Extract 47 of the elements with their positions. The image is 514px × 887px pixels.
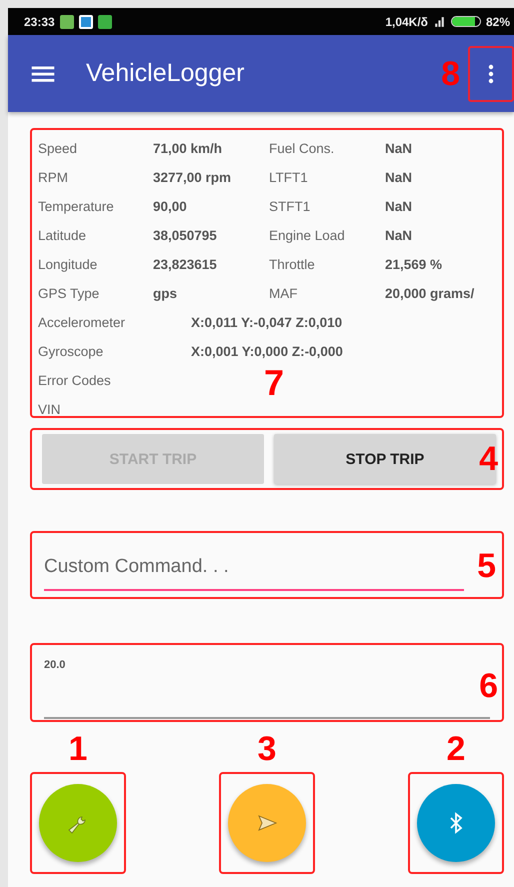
- reading-value: X:0,001 Y:0,000 Z:-0,000: [190, 344, 344, 359]
- app-title: VehicleLogger: [86, 59, 244, 88]
- reading-label: Fuel Cons.: [269, 141, 336, 156]
- reading-value: 3277,00 rpm: [153, 170, 232, 185]
- reading-label: Accelerometer: [38, 315, 126, 330]
- reading-value: gps: [153, 286, 178, 301]
- reading-label: Error Codes: [38, 373, 112, 388]
- reading-label: Latitude: [38, 228, 88, 243]
- command-input-field[interactable]: Custom Command. . .: [44, 545, 464, 591]
- callout-number: 4: [479, 442, 498, 476]
- reading-label: Engine Load: [269, 228, 346, 243]
- reading-value: 90,00: [153, 199, 188, 214]
- reading-value: NaN: [385, 170, 414, 185]
- reading-value: 21,569 %: [385, 257, 444, 272]
- reading-value: 23,823615: [153, 257, 218, 272]
- reading-label: VIN: [38, 402, 62, 417]
- callout-number: 5: [477, 549, 496, 583]
- callout-number: 3: [258, 732, 276, 766]
- reading-label: LTFT1: [269, 170, 309, 185]
- action-button[interactable]: [39, 784, 117, 862]
- battery-icon: [450, 16, 481, 27]
- reading-value: NaN: [385, 228, 414, 243]
- reading-label: GPS Type: [38, 286, 100, 301]
- network-speed: 1,04K/δ: [385, 14, 428, 28]
- reading-value: NaN: [385, 199, 414, 214]
- signal-bars-icon: [432, 15, 446, 28]
- reading-label: Throttle: [269, 257, 316, 272]
- reading-value: 20,000 grams/: [385, 286, 476, 301]
- reading-label: Speed: [38, 141, 78, 156]
- reading-label: Gyroscope: [38, 344, 104, 359]
- reading-value: 38,050795: [153, 228, 218, 243]
- callout-number: 8: [441, 56, 460, 90]
- reading-label: RPM: [38, 170, 69, 185]
- callout-number: 1: [68, 732, 88, 766]
- reading-value: NaN: [385, 141, 414, 156]
- callout-number: 2: [446, 732, 466, 766]
- reading-label: MAF: [269, 286, 298, 301]
- callout-number: 7: [264, 365, 284, 401]
- reading-label: Longitude: [38, 257, 98, 272]
- action-button[interactable]: [417, 784, 495, 862]
- status-time: 23:33: [24, 14, 55, 28]
- battery-percent: 82%: [486, 14, 510, 28]
- reading-label: Temperature: [38, 199, 115, 214]
- reading-value: X:0,011 Y:-0,047 Z:0,010: [190, 315, 344, 330]
- reading-label: STFT1: [269, 199, 312, 214]
- reading-value: 71,00 km/h: [153, 141, 224, 156]
- action-button[interactable]: [228, 784, 306, 862]
